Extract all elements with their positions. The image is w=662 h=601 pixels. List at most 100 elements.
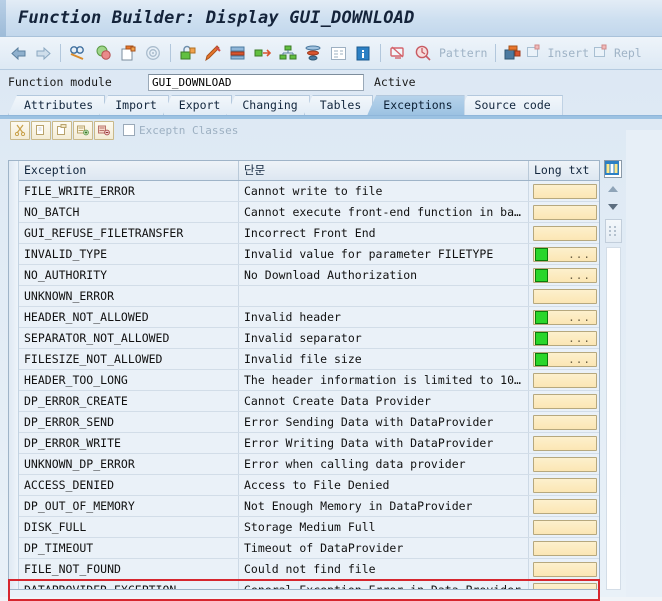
tab-changing[interactable]: Changing [226, 95, 310, 115]
cell-short-text[interactable]: Invalid header [239, 307, 529, 327]
cell-long-text[interactable] [529, 433, 599, 453]
structure-icon[interactable] [276, 41, 300, 65]
cell-exception[interactable]: DP_OUT_OF_MEMORY [19, 496, 239, 516]
table-row[interactable]: SEPARATOR_NOT_ALLOWED Invalid separator..… [19, 328, 599, 349]
scroll-up-arrow[interactable] [605, 182, 621, 196]
table-row[interactable]: DATAPROVIDER_EXCEPTIONGeneral Exception … [19, 580, 599, 589]
info-icon[interactable] [351, 41, 375, 65]
long-text-button[interactable]: ... [533, 246, 597, 262]
exception-classes-checkbox[interactable]: Exceptn Classes [123, 124, 238, 137]
cell-long-text[interactable] [529, 454, 599, 474]
table-row[interactable]: DP_ERROR_SEND Error Sending Data with Dat… [19, 412, 599, 433]
long-text-button[interactable] [533, 183, 597, 199]
cell-exception[interactable]: UNKNOWN_DP_ERROR [19, 454, 239, 474]
cell-long-text[interactable] [529, 181, 599, 201]
cell-long-text[interactable]: ... [529, 244, 599, 264]
cell-short-text[interactable]: Timeout of DataProvider [239, 538, 529, 558]
unlock-icon[interactable] [176, 41, 200, 65]
function-module-input[interactable] [148, 73, 364, 91]
insert-button[interactable]: Insert [526, 44, 592, 62]
long-text-button[interactable] [533, 225, 597, 241]
column-header-exception[interactable]: Exception [19, 161, 239, 180]
long-text-button[interactable]: ... [533, 309, 597, 325]
cell-long-text[interactable] [529, 496, 599, 516]
documentation-icon[interactable] [326, 41, 350, 65]
cell-short-text[interactable]: Invalid value for parameter FILETYPE [239, 244, 529, 264]
table-row[interactable]: GUI_REFUSE_FILETRANSFER Incorrect Front E… [19, 223, 599, 244]
tab-import[interactable]: Import [99, 95, 169, 115]
scrollbar-grip[interactable] [604, 219, 622, 243]
cell-long-text[interactable]: ... [529, 307, 599, 327]
cell-exception[interactable]: FILE_NOT_FOUND [19, 559, 239, 579]
pattern-button-label[interactable]: Pattern [436, 46, 490, 60]
tab-export[interactable]: Export [162, 95, 233, 115]
cell-long-text[interactable] [529, 517, 599, 537]
cell-long-text[interactable] [529, 202, 599, 222]
long-text-button[interactable] [533, 456, 597, 472]
long-text-button[interactable] [533, 204, 597, 220]
table-row[interactable]: DP_TIMEOUT Timeout of DataProvider [19, 538, 599, 559]
sort-icon[interactable] [301, 41, 325, 65]
cell-exception[interactable]: GUI_REFUSE_FILETRANSFER [19, 223, 239, 243]
delete-row-icon[interactable] [94, 120, 114, 140]
tab-exceptions[interactable]: Exceptions [367, 95, 465, 115]
table-row[interactable]: UNKNOWN_ERROR [19, 286, 599, 307]
long-text-button[interactable] [533, 435, 597, 451]
cell-long-text[interactable] [529, 223, 599, 243]
cell-short-text[interactable]: Incorrect Front End [239, 223, 529, 243]
cell-exception[interactable]: DP_ERROR_WRITE [19, 433, 239, 453]
cell-short-text[interactable]: The header information is limited to 10… [239, 370, 529, 390]
debug-icon[interactable] [386, 41, 410, 65]
cell-short-text[interactable]: Error Sending Data with DataProvider [239, 412, 529, 432]
checkbox-box[interactable] [123, 124, 135, 136]
where-used-icon[interactable] [251, 41, 275, 65]
table-row[interactable]: HEADER_TOO_LONG The header information is… [19, 370, 599, 391]
cell-long-text[interactable] [529, 391, 599, 411]
check-object-icon[interactable] [91, 41, 115, 65]
long-text-button[interactable]: ... [533, 351, 597, 367]
cell-exception[interactable]: HEADER_NOT_ALLOWED [19, 307, 239, 327]
activate-icon[interactable] [141, 41, 165, 65]
cell-exception[interactable]: DP_ERROR_SEND [19, 412, 239, 432]
table-row[interactable]: FILE_NOT_FOUND Could not find file [19, 559, 599, 580]
long-text-button[interactable] [533, 582, 597, 589]
back-icon[interactable] [6, 41, 30, 65]
long-text-button[interactable] [533, 372, 597, 388]
cell-short-text[interactable]: Cannot write to file [239, 181, 529, 201]
cell-exception[interactable]: HEADER_TOO_LONG [19, 370, 239, 390]
cell-long-text[interactable] [529, 475, 599, 495]
table-row[interactable]: DP_OUT_OF_MEMORY Not Enough Memory in Dat… [19, 496, 599, 517]
cell-short-text[interactable]: Could not find file [239, 559, 529, 579]
cell-long-text[interactable] [529, 412, 599, 432]
table-layout-icon[interactable] [604, 160, 622, 178]
long-text-button[interactable] [533, 561, 597, 577]
cell-short-text[interactable]: General Exception Error in Data Provider [239, 580, 529, 589]
table-row[interactable]: DP_ERROR_CREATE Cannot Create Data Provid… [19, 391, 599, 412]
cell-short-text[interactable]: Error Writing Data with DataProvider [239, 433, 529, 453]
cell-short-text[interactable]: Invalid file size [239, 349, 529, 369]
long-text-button[interactable] [533, 540, 597, 556]
cell-exception[interactable]: SEPARATOR_NOT_ALLOWED [19, 328, 239, 348]
copy-object-icon[interactable] [116, 41, 140, 65]
cell-long-text[interactable] [529, 559, 599, 579]
copy-icon[interactable] [31, 120, 51, 140]
cell-short-text[interactable]: Storage Medium Full [239, 517, 529, 537]
cell-exception[interactable]: NO_AUTHORITY [19, 265, 239, 285]
cell-long-text[interactable]: ... [529, 328, 599, 348]
cell-short-text[interactable]: Cannot execute front-end function in ba… [239, 202, 529, 222]
long-text-button[interactable] [533, 519, 597, 535]
cell-exception[interactable]: FILE_WRITE_ERROR [19, 181, 239, 201]
cell-exception[interactable]: FILESIZE_NOT_ALLOWED [19, 349, 239, 369]
test-function-icon[interactable] [201, 41, 225, 65]
cell-exception[interactable]: NO_BATCH [19, 202, 239, 222]
forward-icon[interactable] [31, 41, 55, 65]
table-row[interactable]: INVALID_TYPE Invalid value for parameter … [19, 244, 599, 265]
long-text-button[interactable] [533, 477, 597, 493]
replace-button[interactable]: Repl [593, 44, 645, 62]
table-row[interactable]: DP_ERROR_WRITE Error Writing Data with Da… [19, 433, 599, 454]
table-row[interactable]: FILE_WRITE_ERROR Cannot write to file [19, 181, 599, 202]
cell-short-text[interactable] [239, 286, 529, 306]
cell-exception[interactable]: UNKNOWN_ERROR [19, 286, 239, 306]
long-text-button[interactable] [533, 498, 597, 514]
long-text-button[interactable] [533, 393, 597, 409]
